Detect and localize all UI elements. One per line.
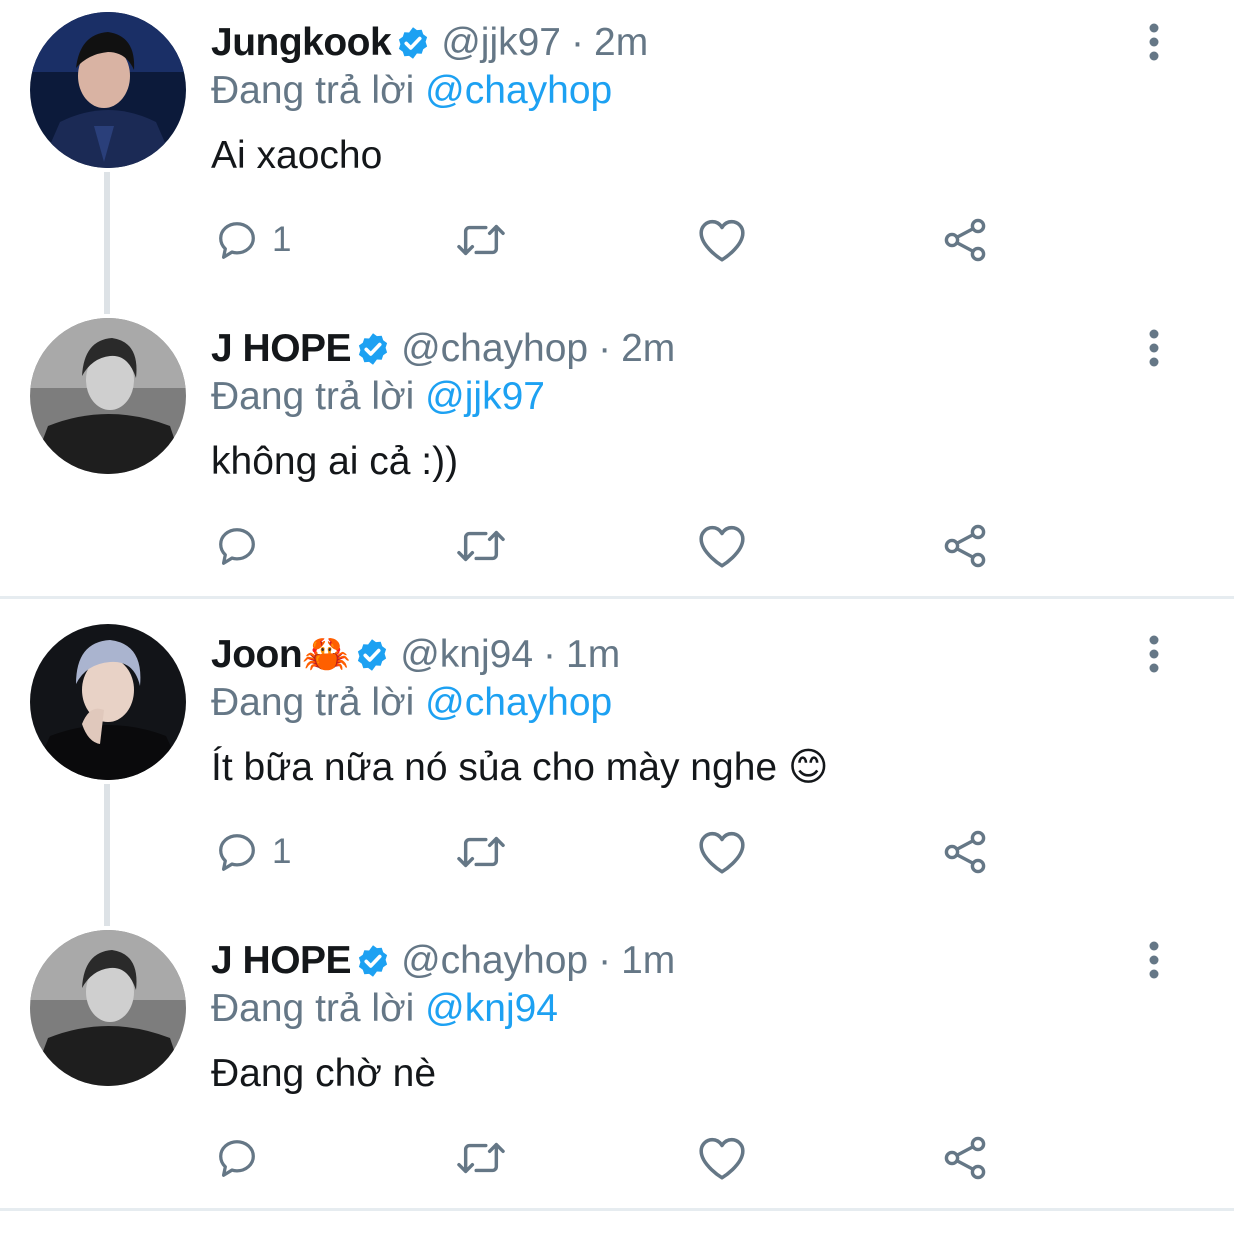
reply-prefix: Đang trả lời — [211, 681, 415, 724]
display-name[interactable]: Jungkook — [211, 18, 392, 68]
more-options-icon[interactable] — [1142, 326, 1166, 370]
share-icon — [944, 830, 986, 874]
reply-button[interactable]: 1 — [214, 822, 291, 882]
user-handle[interactable]: @chayhop — [401, 936, 588, 986]
tweet[interactable]: J HOPE @chayhop · 2m Đang trả lời @jjk97… — [0, 306, 1234, 612]
reply-icon — [219, 528, 255, 565]
timestamp[interactable]: 2m — [594, 18, 648, 68]
avatar[interactable] — [30, 624, 186, 780]
user-handle[interactable]: @chayhop — [401, 324, 588, 374]
replying-to: Đang trả lời @chayhop — [211, 66, 612, 116]
reply-prefix: Đang trả lời — [211, 375, 415, 418]
avatar[interactable] — [30, 318, 186, 474]
tweet[interactable]: Joon🦀 @knj94 · 1m Đang trả lời @chayhop … — [0, 612, 1234, 926]
tweet-header: Joon🦀 @knj94 · 1m — [211, 630, 620, 680]
replying-to: Đang trả lời @jjk97 — [211, 372, 545, 422]
retweet-icon — [457, 530, 505, 562]
tweet-text: không ai cả :)) — [211, 440, 459, 483]
reply-icon — [219, 222, 255, 259]
thread-divider — [0, 1208, 1234, 1211]
reply-prefix: Đang trả lời — [211, 987, 415, 1030]
action-bar — [0, 516, 1234, 576]
verified-badge-icon — [399, 27, 428, 59]
more-options-icon[interactable] — [1142, 20, 1166, 64]
separator: · — [598, 327, 612, 370]
retweet-button[interactable] — [454, 822, 508, 882]
separator: · — [543, 633, 557, 676]
heart-icon — [699, 831, 745, 874]
display-name[interactable]: Joon🦀 — [211, 630, 351, 680]
retweet-button[interactable] — [454, 210, 508, 270]
reply-count: 1 — [272, 832, 292, 871]
reply-icon — [219, 834, 255, 871]
retweet-button[interactable] — [454, 516, 508, 576]
timestamp[interactable]: 1m — [566, 630, 620, 680]
reply-icon — [219, 1140, 255, 1177]
display-name[interactable]: J HOPE — [211, 936, 352, 986]
mention-link[interactable]: @knj94 — [425, 987, 558, 1030]
display-name[interactable]: J HOPE — [211, 324, 352, 374]
share-button[interactable] — [941, 210, 989, 270]
retweet-icon — [457, 224, 505, 256]
retweet-icon — [457, 836, 505, 868]
tweet-text: Ai xaocho — [211, 134, 383, 177]
separator: · — [598, 939, 612, 982]
replying-to: Đang trả lời @chayhop — [211, 678, 612, 728]
like-button[interactable] — [697, 822, 747, 882]
mention-link[interactable]: @jjk97 — [425, 375, 545, 418]
tweet[interactable]: J HOPE @chayhop · 1m Đang trả lời @knj94… — [0, 918, 1234, 1224]
avatar[interactable] — [30, 930, 186, 1086]
tweet-text: Ít bữa nữa nó sủa cho mày nghe 😊 — [211, 746, 829, 789]
like-button[interactable] — [697, 516, 747, 576]
heart-icon — [699, 219, 745, 262]
action-bar: 1 — [0, 822, 1234, 882]
replying-to: Đang trả lời @knj94 — [211, 984, 558, 1034]
verified-badge-icon — [358, 945, 388, 977]
retweet-button[interactable] — [454, 1128, 508, 1188]
reply-button[interactable] — [214, 516, 272, 576]
reply-count: 1 — [272, 220, 292, 259]
share-button[interactable] — [941, 516, 989, 576]
tweet-text: Đang chờ nè — [211, 1052, 437, 1095]
like-button[interactable] — [697, 210, 747, 270]
reply-prefix: Đang trả lời — [211, 69, 415, 112]
user-handle[interactable]: @knj94 — [400, 630, 533, 680]
separator: · — [571, 21, 584, 64]
share-icon — [944, 218, 986, 262]
avatar[interactable] — [30, 12, 186, 168]
thread-divider — [0, 596, 1234, 599]
user-handle[interactable]: @jjk97 — [441, 18, 561, 68]
timestamp[interactable]: 1m — [621, 936, 675, 986]
heart-icon — [699, 1137, 745, 1180]
action-bar — [0, 1128, 1234, 1188]
share-button[interactable] — [941, 822, 989, 882]
timestamp[interactable]: 2m — [621, 324, 675, 374]
share-icon — [944, 1136, 986, 1180]
tweet-header: J HOPE @chayhop · 2m — [211, 324, 675, 374]
more-options-icon[interactable] — [1142, 632, 1166, 676]
more-options-icon[interactable] — [1142, 938, 1166, 982]
tweet-header: J HOPE @chayhop · 1m — [211, 936, 675, 986]
reply-button[interactable] — [214, 1128, 272, 1188]
tweet-header: Jungkook @jjk97 · 2m — [211, 18, 648, 68]
heart-icon — [699, 525, 745, 568]
retweet-icon — [457, 1142, 505, 1174]
share-icon — [944, 524, 986, 568]
verified-badge-icon — [358, 639, 387, 671]
like-button[interactable] — [697, 1128, 747, 1188]
action-bar: 1 — [0, 210, 1234, 270]
mention-link[interactable]: @chayhop — [425, 69, 612, 112]
verified-badge-icon — [358, 333, 388, 365]
reply-button[interactable]: 1 — [214, 210, 291, 270]
tweet[interactable]: Jungkook @jjk97 · 2m Đang trả lời @chayh… — [0, 0, 1234, 314]
mention-link[interactable]: @chayhop — [425, 681, 612, 724]
share-button[interactable] — [941, 1128, 989, 1188]
